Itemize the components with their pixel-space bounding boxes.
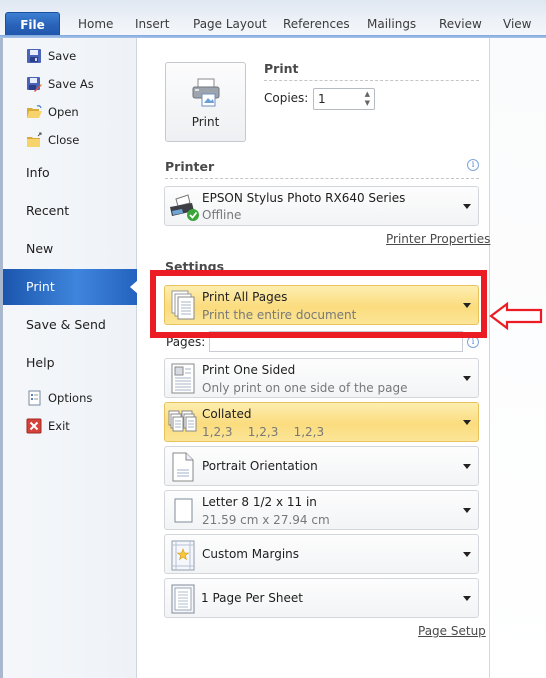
chevron-down-icon [463,464,471,469]
printer-info-icon[interactable]: i [467,159,479,171]
printer-section-divider [165,178,479,179]
portrait-page-icon [171,452,195,485]
print-button-label: Print [191,115,220,129]
nav-item-new[interactable]: New [0,231,137,267]
nav-item-print[interactable]: Print [3,269,138,305]
orientation-title: Portrait Orientation [202,459,318,473]
collation-subtitle: 1,2,3 1,2,3 1,2,3 [202,425,325,439]
margins-title: Custom Margins [202,547,300,561]
printer-status: Offline [202,208,242,222]
print-section-title: Print [264,61,299,76]
spinner-down-icon[interactable]: ▼ [365,99,370,107]
exit-icon [26,418,42,434]
one-sided-icon [171,363,197,398]
open-folder-icon [26,104,42,120]
tab-view[interactable]: View [503,12,531,36]
chevron-down-icon [463,376,471,381]
print-section-divider [264,80,479,81]
printer-properties-link[interactable]: Printer Properties [386,232,490,246]
printer-section-title: Printer [165,159,215,174]
tab-page-layout[interactable]: Page Layout [193,12,267,36]
spinner-up-icon[interactable]: ▲ [365,90,370,98]
chevron-down-icon [463,508,471,513]
nav-item-exit[interactable]: Exit [26,416,70,436]
ribbon-tab-bar: File Home Insert Page Layout References … [0,0,546,36]
printer-dropdown[interactable]: EPSON Stylus Photo RX640 Series Offline [164,186,479,226]
nav-item-save-send[interactable]: Save & Send [0,307,137,343]
chevron-down-icon [463,596,471,601]
copies-value: 1 [318,92,326,106]
paper-size-subtitle: 21.59 cm x 27.94 cm [202,513,330,527]
printer-status-icon [168,193,200,226]
orientation-dropdown[interactable]: Portrait Orientation [164,446,479,486]
chevron-down-icon [463,204,471,209]
pages-per-sheet-icon [171,584,197,619]
annotation-highlight-box [150,270,487,338]
collated-icon [168,410,200,439]
custom-margins-icon [171,540,197,575]
print-button[interactable]: Print [165,62,246,142]
nav-item-info[interactable]: Info [0,155,137,191]
print-preview-pane [490,38,546,678]
tab-file[interactable]: File [5,12,60,36]
paper-size-title: Letter 8 1/2 x 11 in [202,495,317,509]
nav-item-save-as[interactable]: Save As [26,74,94,94]
tab-home[interactable]: Home [78,12,113,36]
tab-references[interactable]: References [283,12,350,36]
nav-item-help[interactable]: Help [0,345,137,381]
pages-per-sheet-title: 1 Page Per Sheet [201,591,303,605]
options-icon [26,390,42,406]
pages-per-sheet-dropdown[interactable]: 1 Page Per Sheet [164,578,479,618]
chevron-down-icon [463,420,471,425]
tab-mailings[interactable]: Mailings [367,12,416,36]
save-icon [26,48,42,64]
collation-title: Collated [202,407,252,421]
sides-dropdown[interactable]: Print One Sided Only print on one side o… [164,358,479,398]
nav-item-close[interactable]: Close [26,130,79,150]
page-setup-link[interactable]: Page Setup [418,624,486,638]
nav-item-recent[interactable]: Recent [0,193,137,229]
tab-review[interactable]: Review [439,12,482,36]
copies-spinner[interactable]: 1 ▲ ▼ [313,88,375,110]
collation-dropdown[interactable]: Collated 1,2,3 1,2,3 1,2,3 [164,402,479,442]
backstage-nav: Save Save As Open Close Info Recent New … [0,38,138,678]
copies-label: Copies: [264,91,309,105]
annotation-arrow-icon [489,301,543,331]
close-folder-icon [26,132,42,148]
sides-title: Print One Sided [202,363,296,377]
save-as-icon [26,76,42,92]
margins-dropdown[interactable]: Custom Margins [164,534,479,574]
printer-name: EPSON Stylus Photo RX640 Series [202,191,406,205]
tab-insert[interactable]: Insert [135,12,169,36]
nav-item-save[interactable]: Save [26,46,76,66]
paper-size-icon [174,498,194,527]
paper-size-dropdown[interactable]: Letter 8 1/2 x 11 in 21.59 cm x 27.94 cm [164,490,479,530]
nav-item-options[interactable]: Options [26,388,92,408]
printer-icon [191,77,221,107]
nav-item-open[interactable]: Open [26,102,79,122]
sides-subtitle: Only print on one side of the page [202,381,408,395]
chevron-down-icon [463,552,471,557]
